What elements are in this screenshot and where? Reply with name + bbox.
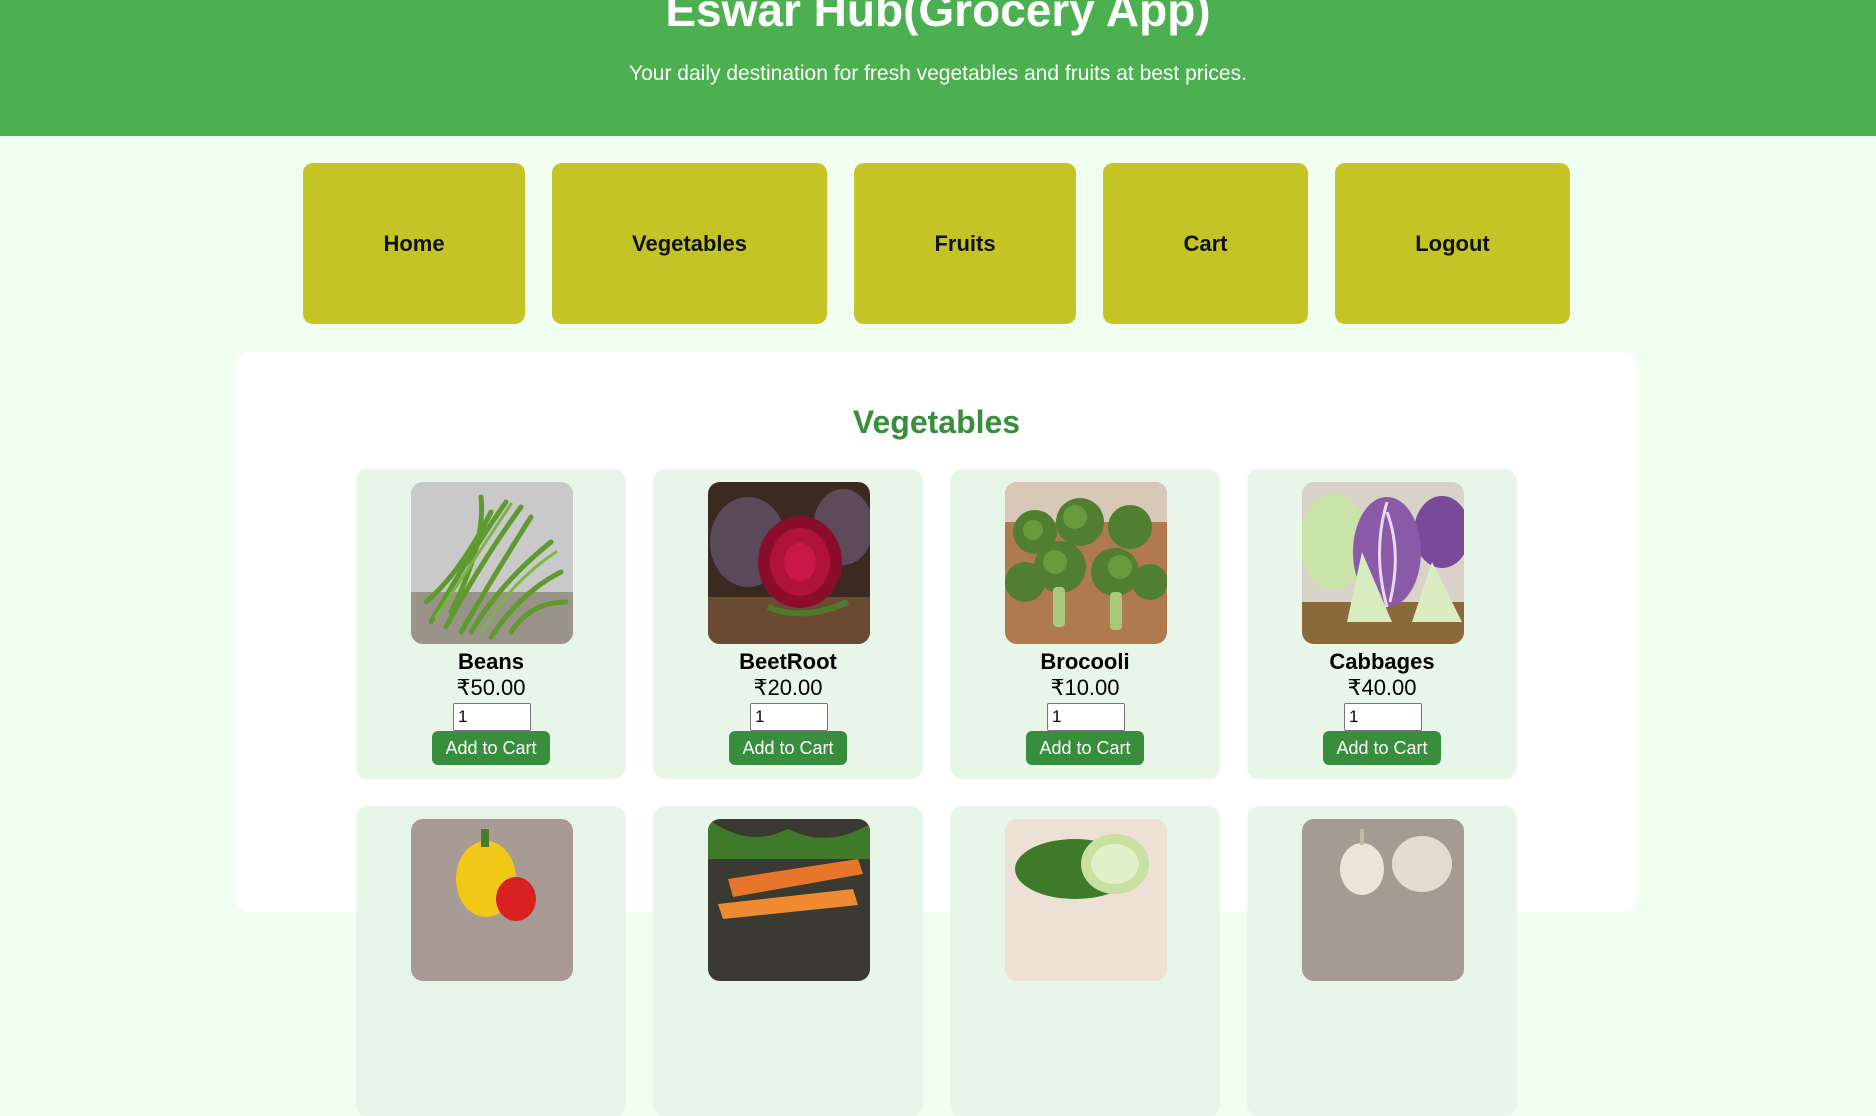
quantity-input[interactable] (1047, 703, 1125, 731)
nav-vegetables-button[interactable]: Vegetables (552, 163, 827, 324)
add-to-cart-button[interactable]: Add to Cart (432, 731, 550, 765)
product-price: ₹10.00 (1050, 675, 1120, 700)
product-image-beetroot (708, 482, 870, 644)
add-to-cart-button[interactable]: Add to Cart (729, 731, 847, 765)
section-title: Vegetables (852, 404, 1021, 440)
product-card-beetroot: BeetRoot ₹20.00 Add to Cart (653, 469, 923, 779)
product-image-cabbages (1302, 482, 1464, 644)
product-price: ₹50.00 (456, 675, 526, 700)
quantity-input[interactable] (1344, 703, 1422, 731)
product-price: ₹40.00 (1347, 675, 1417, 700)
nav-cart-button[interactable]: Cart (1103, 163, 1308, 324)
product-image-cucumber (1005, 819, 1167, 981)
product-name: Beans (457, 649, 525, 674)
product-image-brocooli (1005, 482, 1167, 644)
nav-fruits-button[interactable]: Fruits (854, 163, 1076, 324)
quantity-input[interactable] (453, 703, 531, 731)
product-name: Brocooli (1040, 649, 1130, 674)
product-image-carrot (708, 819, 870, 981)
app-title: Eswar Hub(Grocery App) (665, 0, 1211, 36)
product-card-garlic (1247, 806, 1517, 1116)
product-image-garlic (1302, 819, 1464, 981)
nav-home-button[interactable]: Home (303, 163, 525, 324)
product-image-beans (411, 482, 573, 644)
product-card-brocooli: Brocooli ₹10.00 Add to Cart (950, 469, 1220, 779)
products-panel: Vegetables Beans ₹50.00 Add to Cart (236, 352, 1637, 1116)
product-price: ₹20.00 (753, 675, 823, 700)
product-card-carrot (653, 806, 923, 1116)
product-name: BeetRoot (739, 649, 837, 674)
nav-logout-button[interactable]: Logout (1335, 163, 1570, 324)
product-image-bell-pepper (411, 819, 573, 981)
product-card-beans: Beans ₹50.00 Add to Cart (356, 469, 626, 779)
app-subtitle: Your daily destination for fresh vegetab… (629, 62, 1247, 85)
app-header: Eswar Hub(Grocery App) Your daily destin… (0, 0, 1876, 136)
add-to-cart-button[interactable]: Add to Cart (1323, 731, 1441, 765)
main-nav: Home Vegetables Fruits Cart Logout (0, 163, 1876, 324)
product-card-cucumber (950, 806, 1220, 1116)
product-card-bell-pepper (356, 806, 626, 1116)
add-to-cart-button[interactable]: Add to Cart (1026, 731, 1144, 765)
quantity-input[interactable] (750, 703, 828, 731)
product-name: Cabbages (1329, 649, 1435, 674)
product-card-cabbages: Cabbages ₹40.00 Add to Cart (1247, 469, 1517, 779)
